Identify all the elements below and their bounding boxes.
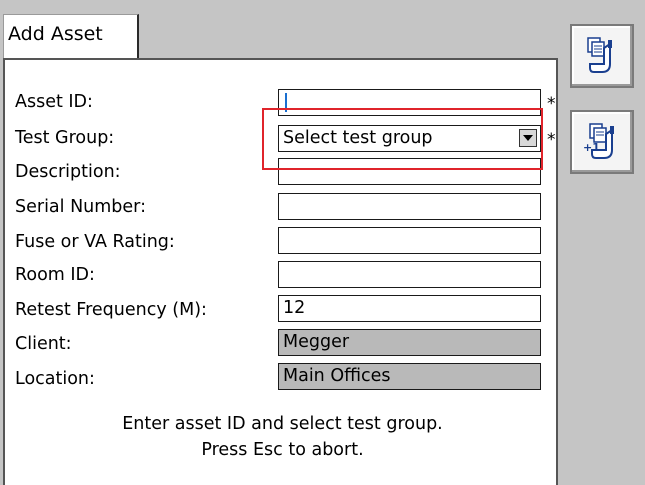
location-value: Main Offices [283, 366, 391, 386]
copy-asset-icon [587, 37, 612, 73]
copy-asset-increment-icon: +1 [583, 123, 614, 159]
location-label: Location: [15, 369, 95, 389]
serial-number-label: Serial Number: [15, 197, 146, 217]
test-group-label: Test Group: [15, 128, 115, 148]
required-marker: * [547, 130, 556, 150]
increment-badge: +1 [583, 141, 600, 154]
tab-label: Add Asset [8, 23, 103, 45]
description-label: Description: [15, 162, 121, 182]
client-label: Client: [15, 334, 72, 354]
fuse-rating-label: Fuse or VA Rating: [15, 232, 175, 252]
retest-frequency-value: 12 [283, 298, 306, 318]
fuse-rating-input[interactable] [278, 227, 541, 254]
copy-asset-button[interactable] [570, 24, 634, 88]
retest-frequency-label: Retest Frequency (M): [15, 300, 207, 320]
instructions: Enter asset ID and select test group. Pr… [5, 411, 560, 463]
instruction-line-1: Enter asset ID and select test group. [122, 414, 443, 434]
client-value: Megger [283, 332, 350, 352]
instruction-line-2: Press Esc to abort. [201, 440, 364, 460]
test-group-highlight [262, 108, 543, 170]
retest-frequency-input[interactable]: 12 [278, 295, 541, 322]
asset-id-label: Asset ID: [15, 92, 93, 112]
room-id-input[interactable] [278, 261, 541, 288]
client-field: Megger [278, 329, 541, 356]
room-id-label: Room ID: [15, 265, 95, 285]
location-field: Main Offices [278, 363, 541, 390]
required-marker: * [547, 94, 556, 114]
copy-asset-increment-button[interactable]: +1 [570, 110, 634, 174]
serial-number-input[interactable] [278, 193, 541, 220]
